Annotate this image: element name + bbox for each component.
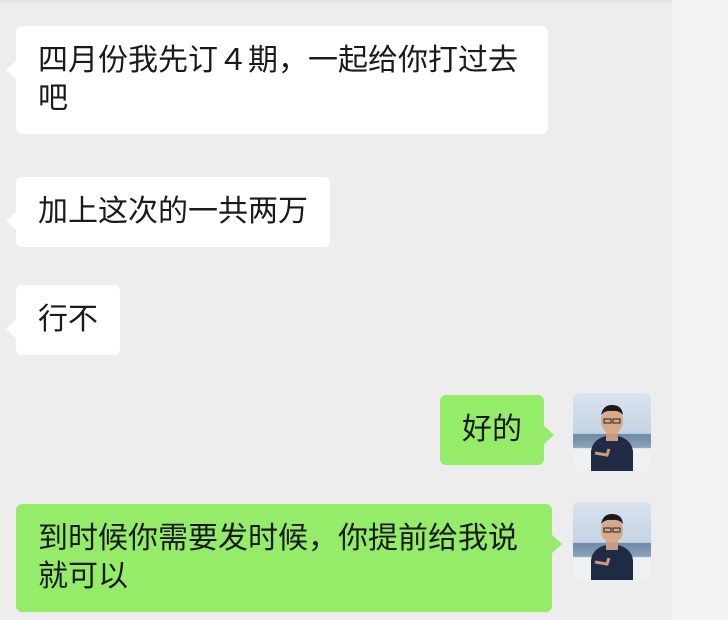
message-text: 到时候你需要发时候，你提前给我说就可以 — [38, 521, 518, 594]
divider — [0, 0, 672, 3]
message-text: 好的 — [462, 412, 522, 447]
avatar-person-icon — [573, 405, 651, 471]
outgoing-message-bubble[interactable]: 到时候你需要发时候，你提前给我说就可以 — [16, 504, 562, 612]
message-text: 四月份我先订４期，一起给你打过去吧 — [38, 43, 518, 116]
avatar-person-icon — [573, 514, 651, 580]
user-avatar-icon[interactable] — [573, 502, 651, 580]
incoming-message-bubble[interactable]: 四月份我先订４期，一起给你打过去吧 — [6, 26, 548, 134]
message-text: 行不 — [38, 302, 98, 337]
incoming-message-bubble[interactable]: 加上这次的一共两万 — [6, 177, 330, 247]
scroll-gutter — [672, 0, 728, 620]
outgoing-message-bubble[interactable]: 好的 — [440, 395, 554, 465]
chat-window: 四月份我先订４期，一起给你打过去吧 加上这次的一共两万 行不 好的 到时候你需要… — [0, 0, 728, 620]
user-avatar-icon[interactable] — [573, 393, 651, 471]
message-text: 加上这次的一共两万 — [38, 194, 308, 229]
incoming-message-bubble[interactable]: 行不 — [6, 285, 120, 355]
